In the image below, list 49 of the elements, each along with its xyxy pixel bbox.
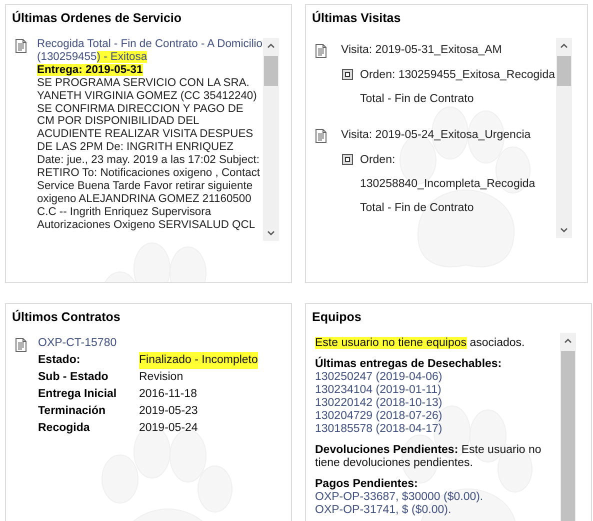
panel-title: Últimas Ordenes de Servicio bbox=[11, 10, 183, 27]
visit-label[interactable]: Visita: 2019-05-24_Exitosa_Urgencia bbox=[341, 123, 531, 147]
field-label: Estado: bbox=[38, 353, 82, 368]
scrollbar-thumb[interactable] bbox=[561, 351, 575, 521]
payment-entry: OXP-OP-33687, $30000 ($0.00). bbox=[315, 491, 484, 504]
delivery-entry: 130204729 (2018-07-26) bbox=[315, 410, 444, 423]
visit-order: Orden: 130259455_Exitosa_Recogida Total - Fin de Contrato bbox=[360, 68, 556, 107]
scrollbar-thumb[interactable] bbox=[264, 56, 278, 86]
returns-text: Devoluciones Pendientes: Este usuario no tiene devoluciones pendientes. bbox=[315, 444, 542, 470]
document-icon bbox=[15, 39, 27, 53]
checkbox-icon bbox=[342, 154, 353, 165]
scrollbar[interactable] bbox=[556, 38, 572, 238]
delivery-date: Entrega: 2019-05-31 bbox=[37, 64, 144, 77]
scrollbar[interactable] bbox=[560, 333, 576, 521]
delivery-entry: 130185578 (2018-04-17) bbox=[315, 423, 444, 436]
visit-label[interactable]: Visita: 2019-05-31_Exitosa_AM bbox=[341, 38, 502, 62]
visit-order: Orden: 130258840_Incompleta_Recogida Total - Fin de Contrato bbox=[360, 153, 536, 216]
field-value: 2019-05-23 bbox=[139, 404, 198, 419]
delivery-entry: 130220142 (2018-10-13) bbox=[315, 397, 444, 410]
order-notes: SE PROGRAMA SERVICIO CON LA SRA. YANETH VIRGINIA GOMEZ (CC 35412240) SE CONFIRMA DIRECCION Y PAGO DE CM POR DISPONIBILIDAD DEL ACUDIENTE REALIZAR VISITA DESPUES DE LAS 2PM De: INGRITH ENRIQUEZ Date: jue., 23 may. 2019 a las 17:02 Subject: RETIRO To: Notificaciones oxigeno , Contact Service Buena Tarde Favor retirar siguiente oxigeno ALEJANDRINA GOMEZ 21160500 C.C -- Ingrith Enriquez Supervisora Autorizaciones Oxigeno SERVISALUD QCL bbox=[37, 76, 262, 232]
field-value: 2016-11-18 bbox=[139, 387, 197, 402]
equipment-message: Este usuario no tiene equipos asociados. bbox=[315, 337, 526, 350]
panel-title: Últimas Visitas bbox=[311, 10, 402, 27]
field-label: Terminación bbox=[38, 404, 107, 419]
panel-title: Últimos Contratos bbox=[11, 308, 122, 326]
scroll-up-icon[interactable] bbox=[267, 43, 275, 48]
field-value: Revision bbox=[139, 370, 184, 385]
scrollbar-thumb[interactable] bbox=[557, 56, 571, 86]
contract-code-link[interactable]: OXP-CT-15780 bbox=[38, 335, 258, 352]
checkbox-icon bbox=[342, 69, 353, 80]
field-label: Recogida bbox=[38, 421, 91, 436]
payment-entry: OXP-OP-31741, $ ($0.00). bbox=[315, 504, 452, 517]
document-icon bbox=[315, 44, 327, 58]
section-heading: Pagos Pendientes: bbox=[315, 478, 419, 491]
section-heading: Últimas entregas de Desechables: bbox=[315, 358, 503, 371]
delivery-entry: 130250247 (2019-04-06) bbox=[315, 371, 444, 384]
field-value: 2019-05-24 bbox=[139, 421, 198, 436]
scroll-up-icon[interactable] bbox=[564, 338, 572, 343]
delivery-entry: 130234104 (2019-01-11) bbox=[315, 384, 442, 397]
document-icon bbox=[15, 338, 27, 352]
panel-title: Equipos bbox=[311, 309, 362, 326]
scroll-down-icon[interactable] bbox=[560, 228, 568, 233]
scroll-up-icon[interactable] bbox=[560, 43, 568, 48]
field-label: Entrega Inicial bbox=[38, 387, 118, 402]
document-icon bbox=[315, 129, 327, 143]
field-value: Finalizado - Incompleto bbox=[139, 352, 258, 369]
scrollbar[interactable] bbox=[263, 38, 279, 241]
scroll-down-icon[interactable] bbox=[267, 231, 275, 236]
field-label: Sub - Estado bbox=[38, 370, 110, 385]
